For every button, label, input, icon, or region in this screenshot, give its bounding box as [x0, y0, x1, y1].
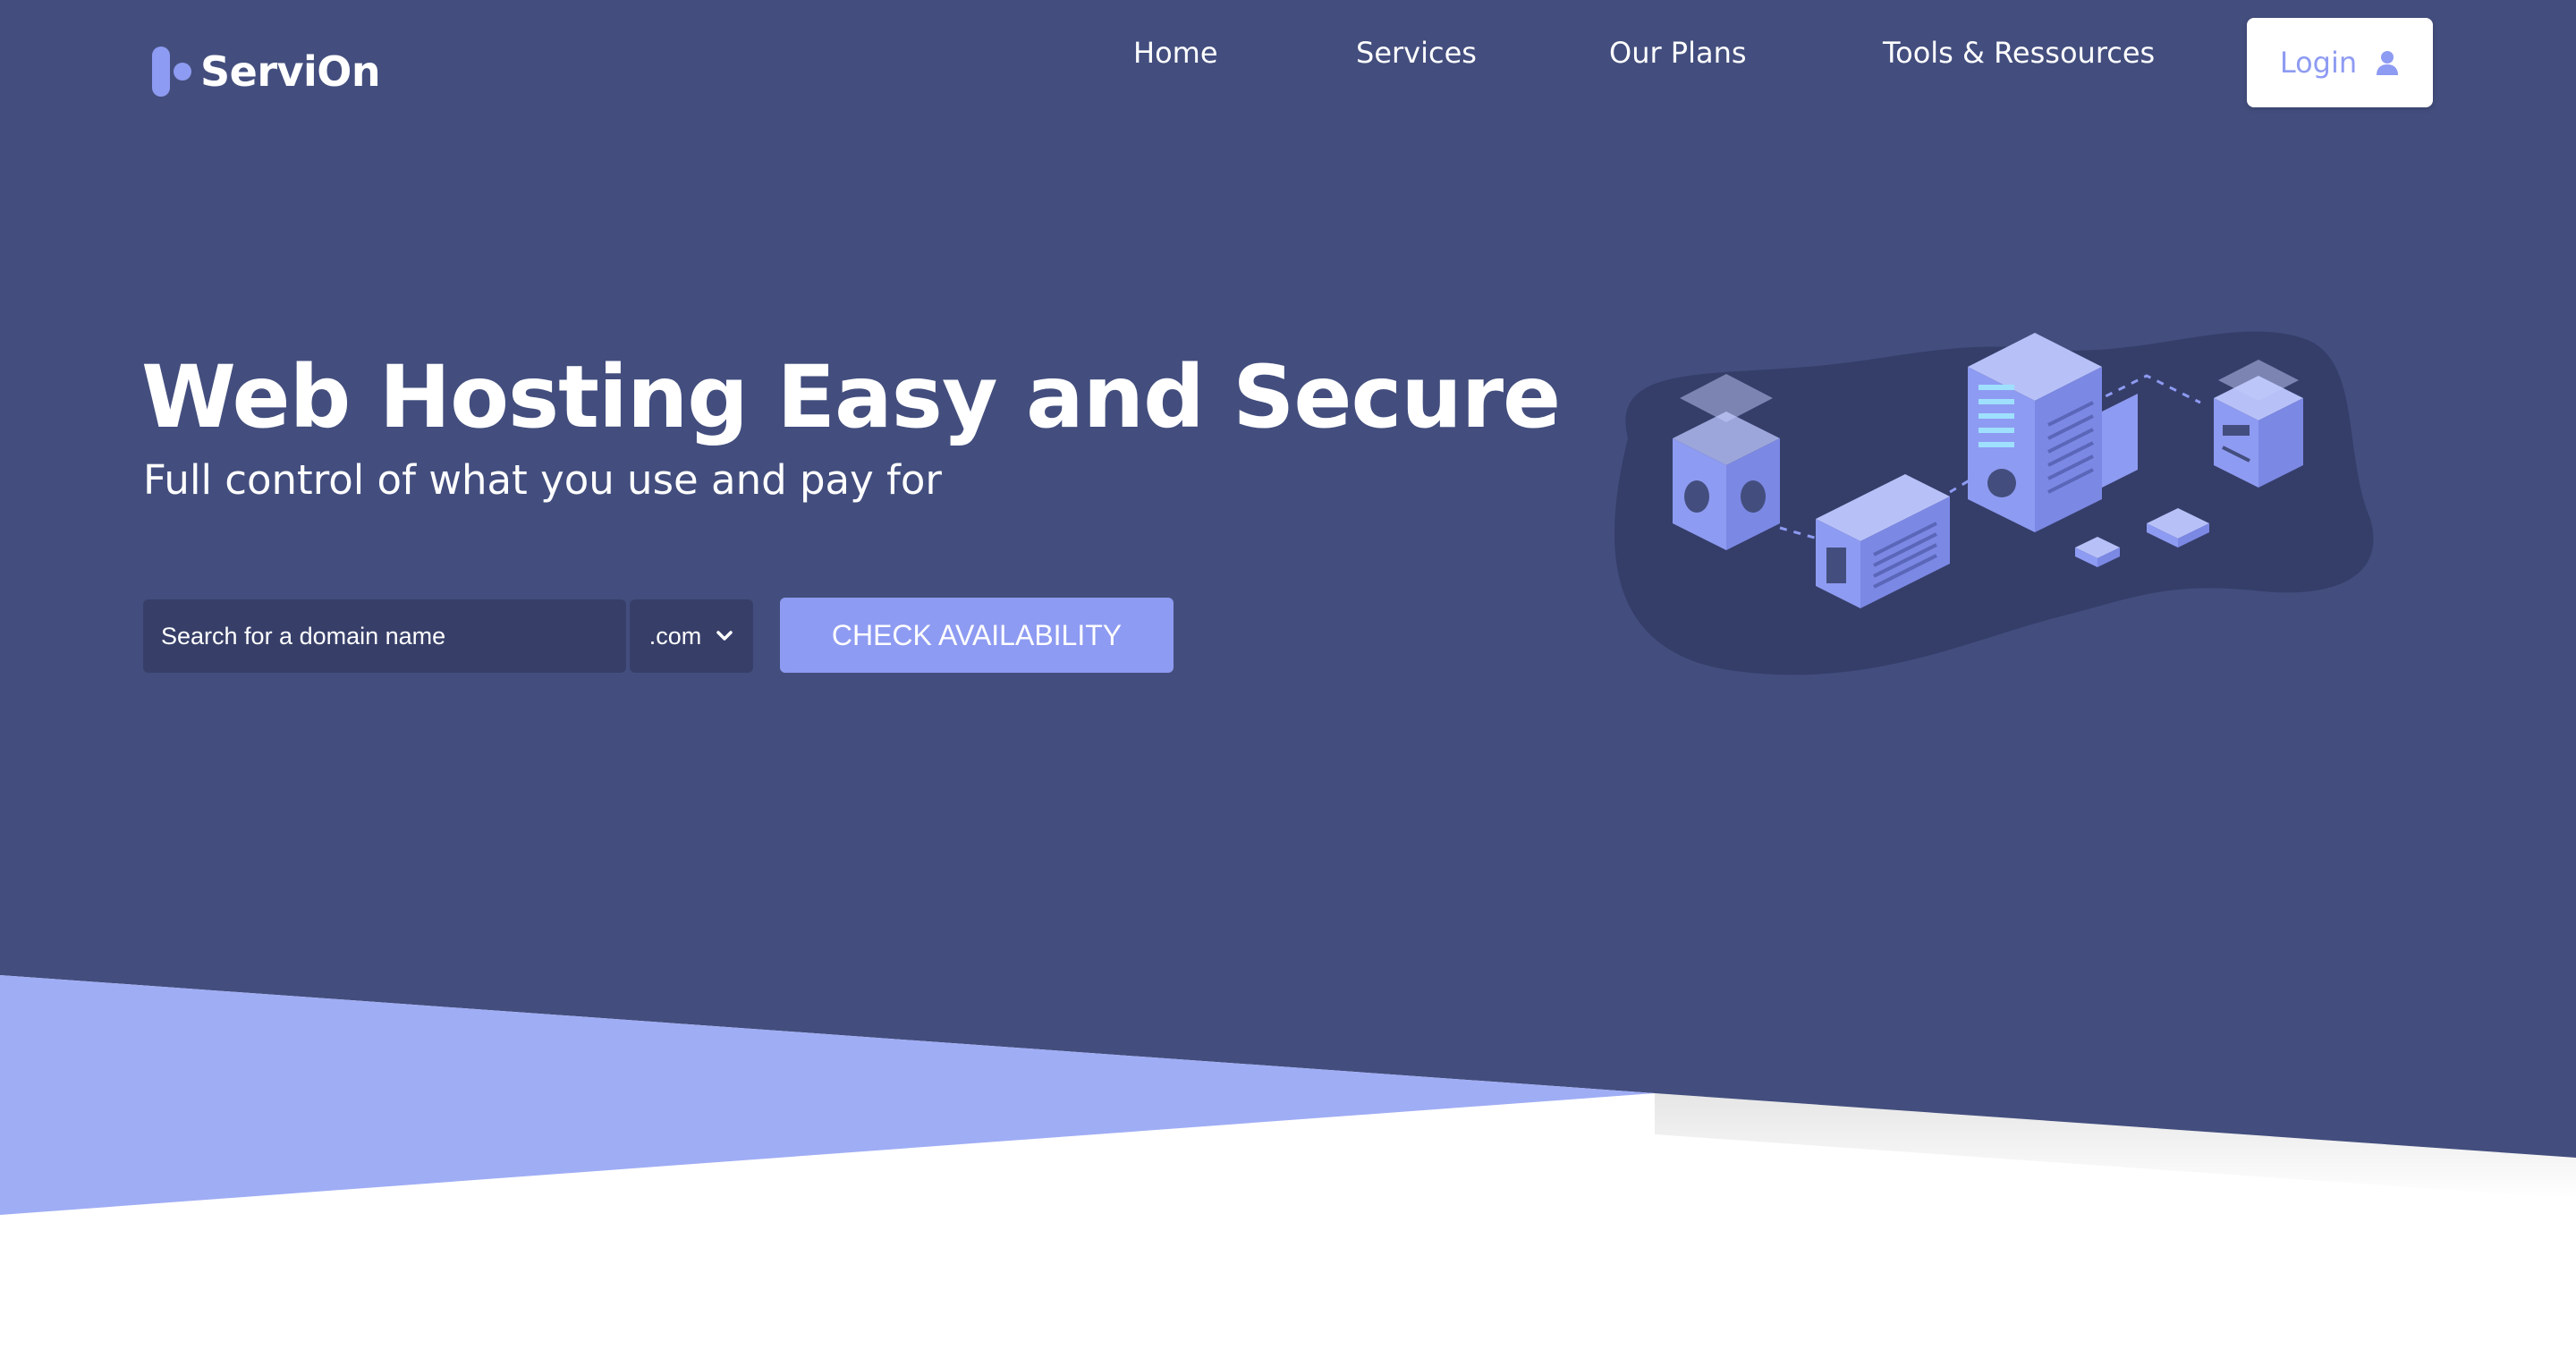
- brand-name: ServiOn: [200, 47, 381, 96]
- domain-search-input[interactable]: [143, 599, 626, 673]
- brand-logo-icon: [152, 47, 191, 97]
- isometric-servers-illustration: [1614, 331, 2374, 675]
- nav-item-services[interactable]: Services: [1356, 36, 1477, 70]
- tld-selected-value: .com: [648, 622, 702, 650]
- login-label: Login: [2279, 46, 2358, 80]
- hero-title: Web Hosting Easy and Secure: [141, 347, 1561, 447]
- speaker-cube-icon: [1673, 374, 1780, 550]
- user-icon: [2377, 51, 2399, 75]
- hero-subtitle: Full control of what you use and pay for: [143, 456, 942, 504]
- brand-logo[interactable]: ServiOn: [150, 45, 381, 98]
- nav-item-our-plans[interactable]: Our Plans: [1609, 36, 1747, 70]
- tld-select[interactable]: .com: [630, 599, 753, 673]
- login-button[interactable]: Login: [2247, 18, 2433, 107]
- chevron-down-icon: [716, 631, 733, 641]
- nav-item-tools-ressources[interactable]: Tools & Ressources: [1883, 36, 2155, 70]
- nav-item-home[interactable]: Home: [1133, 36, 1218, 70]
- storage-cube-icon: [2214, 360, 2303, 488]
- check-availability-button[interactable]: CHECK AVAILABILITY: [780, 598, 1174, 673]
